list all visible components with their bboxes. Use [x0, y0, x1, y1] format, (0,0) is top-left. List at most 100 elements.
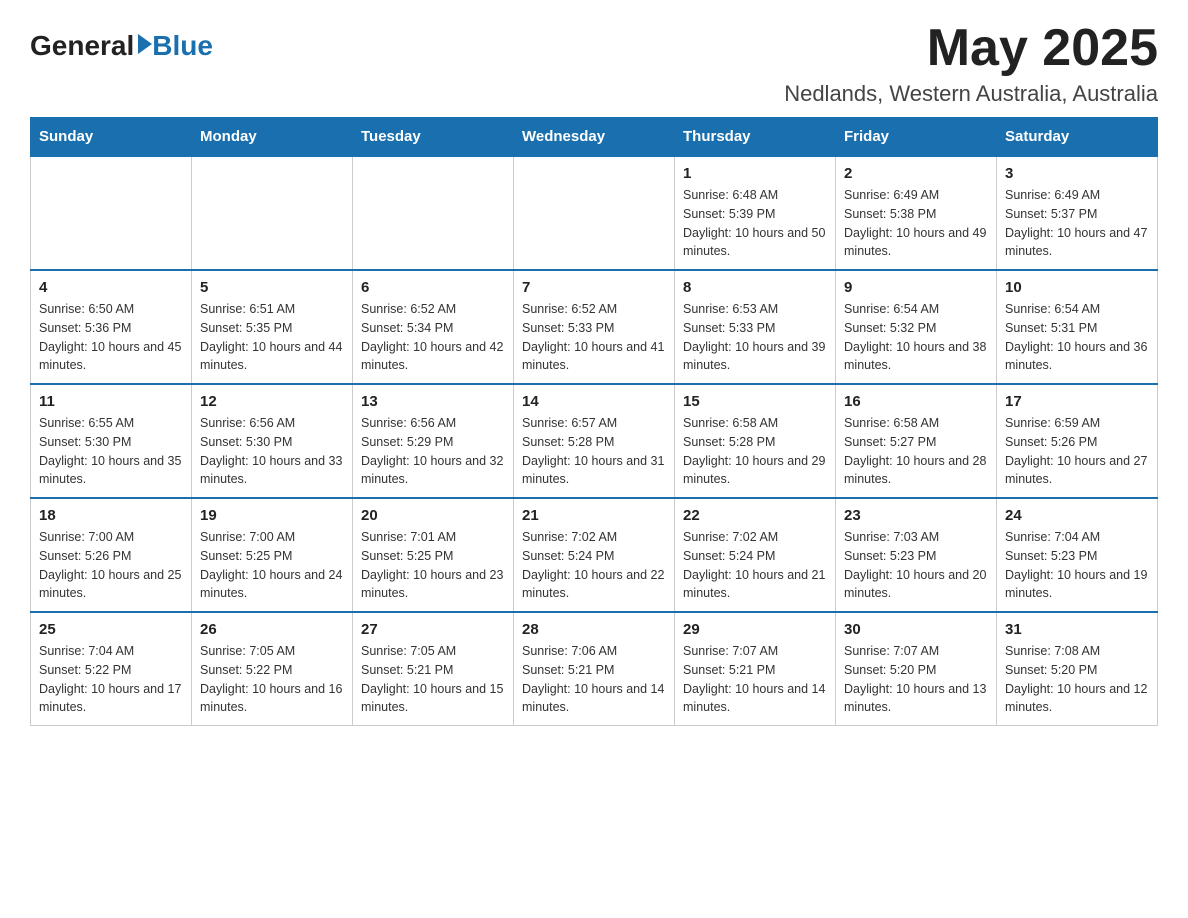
calendar-week-row: 1 Sunrise: 6:48 AMSunset: 5:39 PMDaylight… [31, 156, 1158, 270]
table-row [31, 156, 192, 270]
day-info: Sunrise: 7:08 AMSunset: 5:20 PMDaylight:… [1005, 642, 1149, 717]
day-info: Sunrise: 7:03 AMSunset: 5:23 PMDaylight:… [844, 528, 988, 603]
header-thursday: Thursday [675, 118, 836, 157]
day-number: 12 [200, 393, 344, 410]
table-row: 19Sunrise: 7:00 AMSunset: 5:25 PMDayligh… [192, 498, 353, 612]
day-number: 19 [200, 507, 344, 524]
day-info: Sunrise: 6:58 AMSunset: 5:28 PMDaylight:… [683, 414, 827, 489]
day-number: 4 [39, 279, 183, 296]
day-info: Sunrise: 6:52 AMSunset: 5:34 PMDaylight:… [361, 300, 505, 375]
table-row: 21 Sunrise: 7:02 AMSunset: 5:24 PMDayligh… [514, 498, 675, 612]
month-title: May 2025 [784, 20, 1158, 77]
table-row: 30 Sunrise: 7:07 AMSunset: 5:20 PMDayligh… [836, 612, 997, 726]
day-info: Sunrise: 7:05 AMSunset: 5:22 PMDaylight:… [200, 642, 344, 717]
table-row: 10Sunrise: 6:54 AMSunset: 5:31 PMDayligh… [997, 270, 1158, 384]
logo-text-blue: Blue [152, 30, 213, 61]
table-row: 29 Sunrise: 7:07 AMSunset: 5:21 PMDayligh… [675, 612, 836, 726]
title-section: May 2025 Nedlands, Western Australia, Au… [784, 20, 1158, 107]
day-number: 5 [200, 279, 344, 296]
day-info: Sunrise: 7:04 AMSunset: 5:23 PMDaylight:… [1005, 528, 1149, 603]
day-number: 15 [683, 393, 827, 410]
table-row: 23 Sunrise: 7:03 AMSunset: 5:23 PMDayligh… [836, 498, 997, 612]
day-number: 30 [844, 621, 988, 638]
day-info: Sunrise: 6:48 AMSunset: 5:39 PMDaylight:… [683, 186, 827, 261]
table-row: 16Sunrise: 6:58 AMSunset: 5:27 PMDayligh… [836, 384, 997, 498]
calendar-week-row: 4Sunrise: 6:50 AMSunset: 5:36 PMDaylight… [31, 270, 1158, 384]
day-info: Sunrise: 6:49 AMSunset: 5:37 PMDaylight:… [1005, 186, 1149, 261]
table-row: 9 Sunrise: 6:54 AMSunset: 5:32 PMDaylight… [836, 270, 997, 384]
day-number: 11 [39, 393, 183, 410]
location-title: Nedlands, Western Australia, Australia [784, 81, 1158, 107]
table-row: 31 Sunrise: 7:08 AMSunset: 5:20 PMDayligh… [997, 612, 1158, 726]
table-row: 1 Sunrise: 6:48 AMSunset: 5:39 PMDaylight… [675, 156, 836, 270]
page-header: General Blue May 2025 Nedlands, Western … [30, 20, 1158, 107]
table-row: 11 Sunrise: 6:55 AMSunset: 5:30 PMDayligh… [31, 384, 192, 498]
day-info: Sunrise: 7:02 AMSunset: 5:24 PMDaylight:… [683, 528, 827, 603]
day-number: 29 [683, 621, 827, 638]
day-number: 31 [1005, 621, 1149, 638]
day-info: Sunrise: 6:57 AMSunset: 5:28 PMDaylight:… [522, 414, 666, 489]
table-row: 27Sunrise: 7:05 AMSunset: 5:21 PMDayligh… [353, 612, 514, 726]
table-row: 7Sunrise: 6:52 AMSunset: 5:33 PMDaylight… [514, 270, 675, 384]
table-row: 15 Sunrise: 6:58 AMSunset: 5:28 PMDayligh… [675, 384, 836, 498]
logo-text-general: General [30, 30, 134, 62]
day-number: 20 [361, 507, 505, 524]
table-row: 24 Sunrise: 7:04 AMSunset: 5:23 PMDayligh… [997, 498, 1158, 612]
day-number: 3 [1005, 165, 1149, 182]
table-row: 6 Sunrise: 6:52 AMSunset: 5:34 PMDaylight… [353, 270, 514, 384]
table-row: 12Sunrise: 6:56 AMSunset: 5:30 PMDayligh… [192, 384, 353, 498]
day-info: Sunrise: 6:56 AMSunset: 5:29 PMDaylight:… [361, 414, 505, 489]
calendar-week-row: 11 Sunrise: 6:55 AMSunset: 5:30 PMDayligh… [31, 384, 1158, 498]
day-number: 23 [844, 507, 988, 524]
table-row: 14 Sunrise: 6:57 AMSunset: 5:28 PMDayligh… [514, 384, 675, 498]
table-row: 8 Sunrise: 6:53 AMSunset: 5:33 PMDaylight… [675, 270, 836, 384]
table-row [192, 156, 353, 270]
header-wednesday: Wednesday [514, 118, 675, 157]
calendar-header-row: Sunday Monday Tuesday Wednesday Thursday… [31, 118, 1158, 157]
day-number: 28 [522, 621, 666, 638]
day-number: 22 [683, 507, 827, 524]
table-row: 26 Sunrise: 7:05 AMSunset: 5:22 PMDayligh… [192, 612, 353, 726]
day-info: Sunrise: 6:54 AMSunset: 5:31 PMDaylight:… [1005, 300, 1149, 375]
table-row: 3 Sunrise: 6:49 AMSunset: 5:37 PMDaylight… [997, 156, 1158, 270]
day-number: 17 [1005, 393, 1149, 410]
day-info: Sunrise: 7:00 AMSunset: 5:26 PMDaylight:… [39, 528, 183, 603]
day-info: Sunrise: 7:01 AMSunset: 5:25 PMDaylight:… [361, 528, 505, 603]
day-info: Sunrise: 6:54 AMSunset: 5:32 PMDaylight:… [844, 300, 988, 375]
day-number: 18 [39, 507, 183, 524]
table-row [353, 156, 514, 270]
day-number: 21 [522, 507, 666, 524]
logo-icon: General [30, 30, 152, 62]
logo: General Blue [30, 30, 213, 62]
table-row: 2Sunrise: 6:49 AMSunset: 5:38 PMDaylight… [836, 156, 997, 270]
day-info: Sunrise: 6:51 AMSunset: 5:35 PMDaylight:… [200, 300, 344, 375]
table-row [514, 156, 675, 270]
day-info: Sunrise: 7:06 AMSunset: 5:21 PMDaylight:… [522, 642, 666, 717]
day-info: Sunrise: 6:49 AMSunset: 5:38 PMDaylight:… [844, 186, 988, 261]
day-number: 27 [361, 621, 505, 638]
day-info: Sunrise: 7:02 AMSunset: 5:24 PMDaylight:… [522, 528, 666, 603]
day-info: Sunrise: 6:53 AMSunset: 5:33 PMDaylight:… [683, 300, 827, 375]
day-info: Sunrise: 7:07 AMSunset: 5:21 PMDaylight:… [683, 642, 827, 717]
calendar-table: Sunday Monday Tuesday Wednesday Thursday… [30, 117, 1158, 726]
calendar-week-row: 18 Sunrise: 7:00 AMSunset: 5:26 PMDayligh… [31, 498, 1158, 612]
day-number: 26 [200, 621, 344, 638]
day-number: 13 [361, 393, 505, 410]
day-number: 1 [683, 165, 827, 182]
day-info: Sunrise: 6:59 AMSunset: 5:26 PMDaylight:… [1005, 414, 1149, 489]
day-info: Sunrise: 6:52 AMSunset: 5:33 PMDaylight:… [522, 300, 666, 375]
day-number: 24 [1005, 507, 1149, 524]
day-number: 9 [844, 279, 988, 296]
day-number: 8 [683, 279, 827, 296]
day-number: 6 [361, 279, 505, 296]
header-saturday: Saturday [997, 118, 1158, 157]
day-info: Sunrise: 7:07 AMSunset: 5:20 PMDaylight:… [844, 642, 988, 717]
day-number: 14 [522, 393, 666, 410]
day-info: Sunrise: 6:55 AMSunset: 5:30 PMDaylight:… [39, 414, 183, 489]
table-row: 18 Sunrise: 7:00 AMSunset: 5:26 PMDayligh… [31, 498, 192, 612]
header-friday: Friday [836, 118, 997, 157]
header-tuesday: Tuesday [353, 118, 514, 157]
table-row: 17 Sunrise: 6:59 AMSunset: 5:26 PMDayligh… [997, 384, 1158, 498]
day-number: 16 [844, 393, 988, 410]
header-sunday: Sunday [31, 118, 192, 157]
